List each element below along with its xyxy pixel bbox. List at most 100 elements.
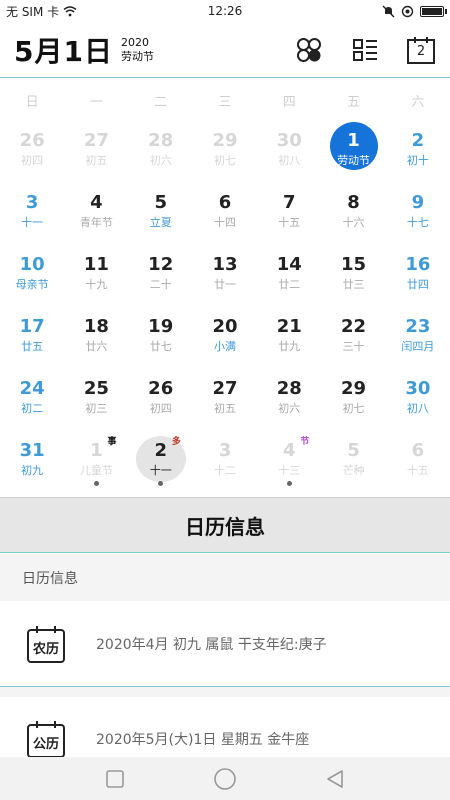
day-number: 1 [347,130,360,151]
day-cell[interactable]: 27 初五 [64,120,128,182]
day-number: 28 [276,378,302,399]
home-button[interactable] [210,764,240,794]
day-number: 1 [90,440,103,461]
day-number: 6 [411,440,425,461]
lunar-day-label: 初九 [21,464,44,477]
solar-info-row: 公历 2020年5月(大)1日 星期五 金牛座 [0,697,450,757]
header-actions: 2 [294,35,436,65]
day-cell[interactable]: 10 母亲节 [0,244,64,306]
lunar-day-label: 十五 [406,464,429,477]
lunar-day-label: 初十 [406,154,429,167]
day-cell[interactable]: 7 十五 [257,182,321,244]
day-number: 7 [283,192,296,213]
day-cell[interactable]: 26 初四 [0,120,64,182]
day-cell[interactable]: 24 初二 [0,368,64,430]
day-cell[interactable]: 11 十九 [64,244,128,306]
list-view-button[interactable] [350,35,380,65]
lunar-day-label: 初五 [213,402,236,415]
day-number: 3 [218,440,232,461]
day-cell[interactable]: 29 初七 [321,368,385,430]
day-cell[interactable]: 21 廿九 [257,306,321,368]
lunar-day-label: 初八 [278,154,301,167]
lunar-day-label: 闰四月 [401,340,435,353]
day-cell[interactable]: 15 廿三 [321,244,385,306]
day-cell[interactable]: 6 十四 [193,182,257,244]
day-cell[interactable]: 19 廿七 [129,306,193,368]
lunar-day-label: 廿五 [21,340,44,353]
weekday-label: 一 [89,94,103,110]
lunar-day-label: 初四 [21,154,44,167]
day-number: 4 [90,192,103,213]
lunar-calendar-icon: 农历 [26,624,66,664]
back-button[interactable] [320,764,350,794]
day-number: 20 [212,316,238,337]
event-dot [158,481,164,486]
day-cell[interactable]: 2 十一 多 [129,430,193,492]
day-cell[interactable]: 1 儿童节 事 [64,430,128,492]
lunar-day-label: 初四 [149,402,172,415]
lunar-day-label: 母亲节 [15,278,49,291]
day-cell[interactable]: 4 十三 节 [257,430,321,492]
day-number: 6 [218,192,232,213]
day-cell[interactable]: 9 十七 [386,182,450,244]
day-cell[interactable]: 30 初八 [386,368,450,430]
square-icon [106,769,124,788]
day-cell[interactable]: 3 十二 [193,430,257,492]
day-cell[interactable]: 4 青年节 [64,182,128,244]
day-cell[interactable]: 25 初三 [64,368,128,430]
day-cell[interactable]: 1 劳动节 [321,120,385,182]
month-calendar: 日一二三四五六 26 初四 27 初五 28 初六 29 初七 30 初八 1 劳动节 2 初十 3 十一 4 青… [0,80,450,496]
day-cell[interactable]: 22 三十 [321,306,385,368]
day-number: 21 [276,316,302,337]
day-cell[interactable]: 16 廿四 [386,244,450,306]
day-number: 12 [148,254,174,275]
lunar-day-label: 儿童节 [79,464,113,477]
day-cell[interactable]: 27 初五 [193,368,257,430]
day-cell[interactable]: 17 廿五 [0,306,64,368]
weekday-label: 三 [218,94,232,110]
lunar-day-label: 廿一 [213,278,236,291]
recents-button[interactable] [100,764,130,794]
day-cell[interactable]: 28 初六 [257,368,321,430]
day-number: 3 [25,192,39,213]
day-cell[interactable]: 2 初十 [386,120,450,182]
day-cell[interactable]: 5 芒种 [321,430,385,492]
lunar-icon-label: 农历 [32,641,59,657]
day-cell[interactable]: 6 十五 [386,430,450,492]
day-cell[interactable]: 18 廿六 [64,306,128,368]
day-cell[interactable]: 29 初七 [193,120,257,182]
day-number: 30 [276,130,302,151]
day-cell[interactable]: 13 廿一 [193,244,257,306]
lunar-day-label: 廿六 [85,340,108,353]
lunar-day-label: 立夏 [149,216,172,229]
day-number: 5 [154,192,167,213]
day-cell[interactable]: 8 十六 [321,182,385,244]
day-number: 26 [148,378,174,399]
day-cell[interactable]: 31 初九 [0,430,64,492]
category-button[interactable] [294,35,324,65]
day-cell[interactable]: 20 小满 [193,306,257,368]
day-number: 5 [347,440,360,461]
day-cell[interactable]: 12 二十 [129,244,193,306]
day-cell[interactable]: 5 立夏 [129,182,193,244]
row-gap [0,687,450,697]
day-number: 29 [341,378,367,399]
day-cell[interactable]: 26 初四 [129,368,193,430]
solar-icon-label: 公历 [32,737,59,752]
lunar-day-label: 十二 [213,464,236,477]
lunar-day-label: 初二 [21,402,44,415]
today-button[interactable]: 2 [406,35,436,65]
day-cell[interactable]: 14 廿二 [257,244,321,306]
wifi-icon [63,5,77,16]
day-cell[interactable]: 3 十一 [0,182,64,244]
clover-icon [297,37,321,62]
back-triangle-icon [327,769,343,788]
day-cell[interactable]: 30 初八 [257,120,321,182]
lunar-day-label: 廿二 [278,278,301,291]
year-label: 2020 [120,35,149,49]
lunar-day-label: 十六 [342,216,365,229]
day-cell[interactable]: 23 闰四月 [386,306,450,368]
day-cell[interactable]: 28 初六 [129,120,193,182]
lunar-day-label: 初七 [213,154,236,167]
day-number: 29 [212,130,238,151]
